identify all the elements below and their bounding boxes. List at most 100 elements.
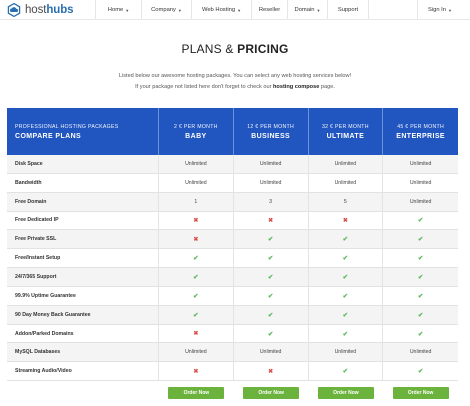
nav-item-label: Home (107, 7, 124, 13)
feature-value: 1 (159, 192, 234, 211)
feature-value: ✖ (309, 211, 384, 230)
cross-icon: ✖ (193, 331, 199, 338)
order-now-button-enterprise[interactable]: Order Now (392, 387, 449, 400)
order-now-button-ultimate[interactable]: Order Now (317, 387, 374, 400)
check-icon: ✔ (342, 368, 349, 376)
table-row: MySQL Databases Unlimited Unlimited Unlimit… (7, 343, 458, 363)
feature-value: ✖ (159, 362, 234, 381)
table-row: Bandwidth Unlimited Unlimited Unlimited Unli… (7, 173, 458, 193)
chevron-down-icon: ▼ (237, 7, 242, 13)
feature-value: ✔ (309, 286, 384, 305)
order-now-button-baby[interactable]: Order Now (168, 387, 225, 400)
check-icon: ✔ (417, 330, 424, 338)
nav-item-home[interactable]: Home ▼ (95, 0, 141, 20)
nav-item-web-hosting[interactable]: Web Hosting ▼ (191, 0, 251, 20)
feature-value: ✔ (383, 325, 458, 343)
feature-label: Free Dedicated IP (7, 211, 159, 230)
main-nav: Home ▼ Company ▼ Web Hosting ▼ Reseller Domain ▼… (95, 0, 369, 20)
nav-item-support[interactable]: Support (327, 0, 369, 20)
feature-value: Unlimited (159, 173, 234, 192)
nav-item-label: Reseller (258, 7, 281, 13)
brand-logo[interactable]: hosthubs (6, 2, 74, 18)
feature-value: ✔ (309, 362, 384, 381)
feature-value: ✔ (309, 268, 384, 286)
nav-item-company[interactable]: Company ▼ (141, 0, 191, 20)
compare-plans-header: PROFESSIONAL HOSTING PACKAGES COMPARE PL… (7, 108, 159, 155)
feature-label: 24/7/365 Support (7, 268, 159, 286)
chevron-down-icon: ▼ (316, 7, 321, 13)
order-now-button-business[interactable]: Order Now (243, 387, 300, 400)
cross-icon: ✖ (342, 217, 348, 224)
check-icon: ✔ (417, 217, 424, 225)
check-icon: ✔ (267, 255, 274, 263)
cross-icon: ✖ (268, 217, 274, 224)
check-icon: ✔ (342, 273, 349, 281)
feature-value: 5 (309, 192, 384, 211)
nav-item-reseller[interactable]: Reseller (251, 0, 287, 20)
feature-value: Unlimited (409, 349, 432, 356)
pricing-table-body: Disk Space Unlimited Unlimited Unlimited Unl… (7, 155, 458, 382)
signin-link[interactable]: Sign In ▼ (416, 0, 452, 20)
table-row: Free Dedicated IP ✖ ✖ ✖ ✔ (7, 211, 458, 231)
intro-line-1: Listed below our awesome hosting package… (118, 73, 352, 79)
chevron-down-icon: ▼ (448, 7, 452, 13)
plan-price: 45 € PER MONTH (397, 123, 445, 130)
order-row: Order Now Order Now Order Now Order Now (7, 381, 458, 406)
order-cell: Order Now (234, 381, 309, 405)
order-cell: Order Now (383, 381, 458, 405)
feature-value: Unlimited (234, 343, 309, 362)
feature-label: Free/Instant Setup (7, 249, 159, 268)
nav-item-domain[interactable]: Domain ▼ (287, 0, 327, 20)
cloud-icon (7, 2, 21, 18)
table-row: Free Domain 1 3 5 Unlimited (7, 192, 458, 212)
feature-value: Unlimited (234, 173, 309, 192)
feature-value: ✔ (383, 230, 458, 248)
check-icon: ✔ (417, 311, 424, 319)
pricing-table-header: PROFESSIONAL HOSTING PACKAGES COMPARE PL… (7, 108, 458, 155)
table-row: 99.9% Uptime Guarantee ✔ ✔ ✔ ✔ (7, 286, 458, 306)
feature-label: Free Private SSL (7, 230, 159, 249)
plan-name: BABY (185, 132, 207, 140)
feature-value: ✔ (383, 249, 458, 267)
feature-value: Unlimited (409, 179, 432, 186)
feature-value: ✔ (309, 305, 384, 324)
feature-value: ✔ (383, 287, 458, 305)
feature-label: MySQL Databases (7, 343, 159, 362)
check-icon: ✔ (342, 292, 349, 300)
feature-label: Addon/Parked Domains (7, 324, 159, 343)
plan-price: 2 € PER MONTH (174, 123, 218, 130)
feature-value: ✔ (309, 324, 384, 343)
cross-icon: ✖ (193, 236, 199, 243)
feature-value: ✔ (159, 286, 234, 305)
check-icon: ✔ (342, 311, 349, 319)
nav-item-label: Support (337, 7, 359, 13)
check-icon: ✔ (267, 292, 274, 300)
check-icon: ✔ (267, 273, 274, 281)
feature-value: ✖ (234, 211, 309, 230)
feature-value: ✔ (159, 249, 234, 268)
intro-line-2: If your package not listed here don't fo… (135, 84, 335, 90)
check-icon: ✔ (417, 236, 424, 244)
pricing-table: PROFESSIONAL HOSTING PACKAGES COMPARE PL… (7, 108, 458, 406)
table-row: Free Private SSL ✖ ✔ ✔ ✔ (7, 230, 458, 250)
feature-value: ✔ (159, 268, 234, 286)
feature-value: Unlimited (309, 155, 384, 173)
cross-icon: ✖ (193, 217, 199, 224)
table-row: 90 Day Money Back Guarantee ✔ ✔ ✔ ✔ (7, 305, 458, 325)
check-icon: ✔ (342, 236, 349, 244)
feature-value: Unlimited (309, 173, 384, 192)
hosting-compose-link[interactable]: hosting compose (273, 84, 319, 90)
feature-value: ✔ (234, 230, 309, 249)
feature-value: 3 (234, 192, 309, 211)
check-icon: ✔ (267, 311, 274, 319)
check-icon: ✔ (417, 292, 424, 300)
feature-value: ✔ (159, 305, 234, 324)
feature-value: ✔ (309, 249, 384, 268)
feature-label: Free Domain (7, 192, 159, 211)
intro-text: Listed below our awesome hosting package… (0, 71, 470, 93)
feature-value: ✔ (234, 268, 309, 286)
check-icon: ✔ (417, 368, 424, 376)
feature-value: Unlimited (159, 343, 234, 362)
check-icon: ✔ (193, 273, 199, 281)
feature-value: Unlimited (409, 198, 432, 205)
